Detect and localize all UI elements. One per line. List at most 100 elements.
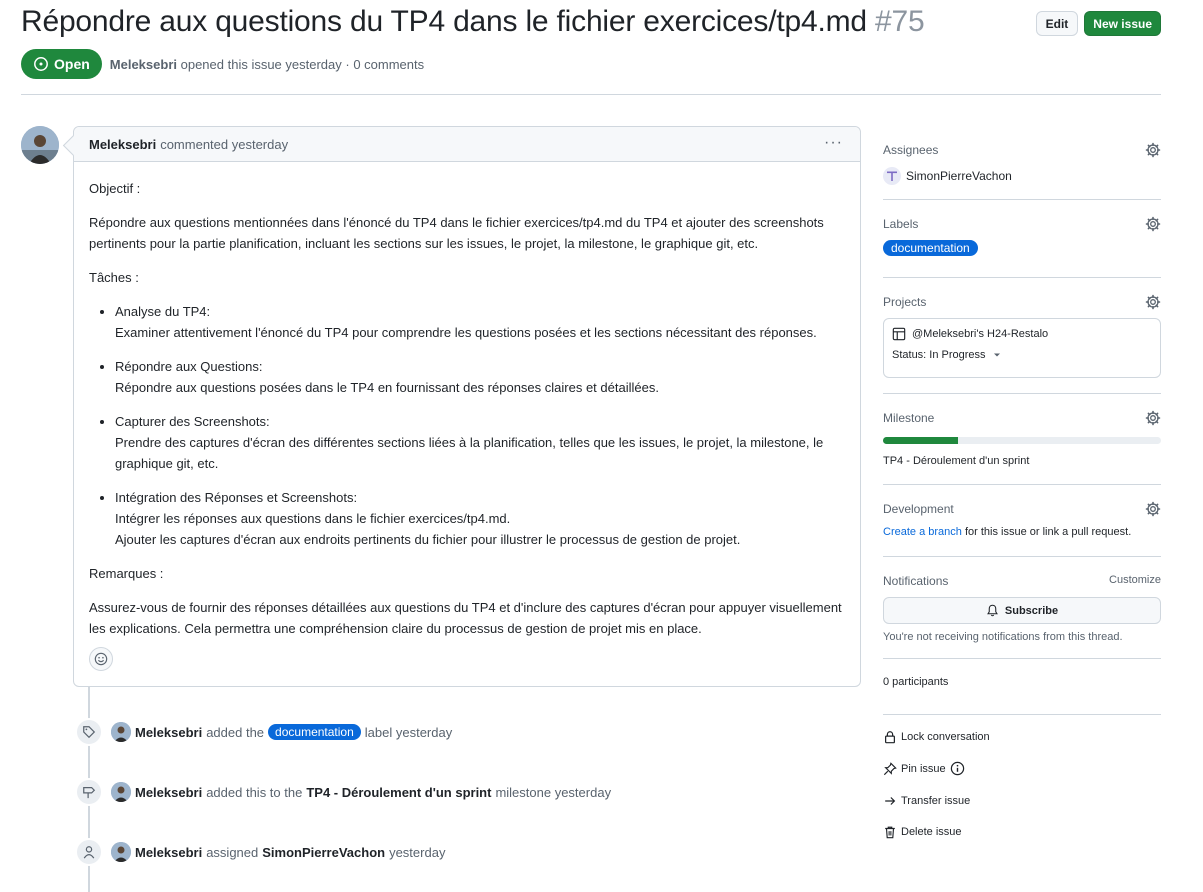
status-badge-label: Open: [54, 56, 90, 72]
documentation-label[interactable]: documentation: [268, 724, 361, 740]
task-line: Prendre des captures d'écran des différe…: [115, 435, 824, 471]
notification-note: You're not receiving notifications from …: [883, 631, 1123, 643]
lock-conversation-button[interactable]: Lock conversation: [883, 730, 990, 744]
assignee-link[interactable]: SimonPierreVachon: [262, 845, 385, 860]
event-text: added the: [206, 724, 265, 740]
pin-icon: [883, 761, 897, 775]
gear-icon[interactable]: [1145, 142, 1161, 158]
event-text: added this to the: [206, 784, 303, 800]
avatar[interactable]: [111, 842, 131, 862]
avatar[interactable]: [21, 126, 59, 164]
caret-down-icon: [993, 353, 1000, 357]
taches-label: Tâches :: [89, 270, 139, 285]
avatar: [883, 167, 901, 185]
development-rest: for this issue or link a pull request.: [961, 526, 1132, 538]
comment-body: Objectif : Répondre aux questions mentio…: [74, 162, 860, 639]
task-list: Analyse du TP4: Examiner attentivement l…: [115, 301, 845, 550]
milestone-progress-bar: [883, 437, 1161, 444]
task-line: Examiner attentivement l'énoncé du TP4 p…: [115, 325, 817, 340]
milestone-title: Milestone: [883, 411, 935, 425]
header-divider: [21, 94, 1161, 95]
development-title: Development: [883, 502, 954, 516]
sidebar-labels: Labels documentation: [883, 216, 1161, 256]
comment-menu-icon[interactable]: ···: [824, 134, 843, 152]
issue-meta: Meleksebri opened this issue yesterday ·…: [110, 57, 424, 72]
timeline-event-milestone: Meleksebri added this to the TP4 - Dérou…: [75, 778, 611, 806]
gear-icon[interactable]: [1145, 410, 1161, 426]
issue-state-row: Open Meleksebri opened this issue yester…: [21, 49, 424, 79]
project-status: Status: In Progress: [892, 349, 986, 361]
arrow-right-icon: [885, 797, 896, 805]
smiley-icon: [94, 652, 108, 666]
gear-icon[interactable]: [1145, 294, 1161, 310]
gear-icon[interactable]: [1145, 501, 1161, 517]
lock-label: Lock conversation: [901, 731, 990, 743]
sidebar-divider: [883, 556, 1161, 557]
comment-author-link[interactable]: Meleksebri: [89, 137, 156, 152]
tag-icon: [75, 718, 103, 746]
sidebar-divider: [883, 658, 1161, 659]
task-line: Intégrer les réponses aux questions dans…: [115, 511, 511, 526]
remarques-text: Assurez-vous de fournir des réponses dét…: [89, 600, 842, 636]
pin-label: Pin issue: [901, 762, 946, 775]
milestone-progress-fill: [883, 437, 959, 444]
delete-issue-button[interactable]: Delete issue: [883, 825, 962, 839]
issue-author-link[interactable]: Meleksebri: [110, 57, 177, 72]
timeline-event-assigned: Meleksebri assigned SimonPierreVachon ye…: [75, 838, 445, 866]
projects-title: Projects: [883, 295, 927, 309]
milestone-link[interactable]: TP4 - Déroulement d'un sprint: [883, 455, 1161, 467]
transfer-issue-button[interactable]: Transfer issue: [883, 794, 970, 808]
task-line: Répondre aux questions posées dans le TP…: [115, 380, 659, 395]
avatar[interactable]: [111, 722, 131, 742]
sidebar-divider: [883, 277, 1161, 278]
gear-icon[interactable]: [1145, 216, 1161, 232]
add-reaction-button[interactable]: [89, 647, 113, 671]
create-branch-link[interactable]: Create a branch: [883, 526, 962, 538]
sidebar-divider: [883, 484, 1161, 485]
issue-title-text: Répondre aux questions du TP4 dans le fi…: [21, 5, 867, 38]
event-text: label yesterday: [364, 724, 453, 740]
task-title: Analyse du TP4:: [115, 304, 211, 319]
event-text: assigned: [206, 844, 259, 860]
sidebar-development: Development Create a branch for this iss…: [883, 501, 1161, 538]
lock-icon: [885, 731, 895, 744]
list-item: Capturer des Screenshots: Prendre des ca…: [115, 411, 845, 474]
avatar[interactable]: [111, 782, 131, 802]
event-actor-link[interactable]: Meleksebri: [135, 785, 202, 800]
sidebar-participants: 0 participants: [883, 676, 1161, 688]
issue-open-icon: [34, 57, 48, 71]
project-card: @Meleksebri's H24-Restalo Status: In Pro…: [883, 318, 1161, 378]
event-text: yesterday: [389, 844, 446, 860]
task-title: Répondre aux Questions:: [115, 359, 263, 374]
new-issue-button[interactable]: New issue: [1084, 11, 1161, 36]
documentation-label[interactable]: documentation: [883, 240, 978, 256]
table-icon: [892, 327, 906, 341]
task-title: Capturer des Screenshots:: [115, 414, 270, 429]
list-item: Intégration des Réponses et Screenshots:…: [115, 487, 845, 550]
list-item: Répondre aux Questions: Répondre aux que…: [115, 356, 845, 398]
objectif-label: Objectif :: [89, 181, 141, 196]
transfer-label: Transfer issue: [901, 795, 971, 807]
event-text: milestone yesterday: [495, 784, 612, 800]
info-icon[interactable]: [950, 761, 965, 776]
edit-button[interactable]: Edit: [1035, 11, 1079, 36]
sidebar-assignees: Assignees SimonPierreVachon: [883, 142, 1161, 185]
customize-link[interactable]: Customize: [1109, 574, 1161, 586]
sidebar-divider: [883, 393, 1161, 394]
comment-header: Meleksebri commented yesterday ···: [74, 127, 860, 162]
assignee-item[interactable]: SimonPierreVachon: [883, 167, 1161, 185]
event-actor-link[interactable]: Meleksebri: [135, 725, 202, 740]
sidebar-divider: [883, 714, 1161, 715]
delete-label: Delete issue: [901, 826, 962, 838]
project-link[interactable]: @Meleksebri's H24-Restalo: [892, 327, 1152, 341]
event-actor-link[interactable]: Meleksebri: [135, 845, 202, 860]
development-text: Create a branch for this issue or link a…: [883, 526, 1161, 538]
participants-count: 0 participants: [883, 676, 949, 688]
subscribe-button[interactable]: Subscribe: [883, 597, 1161, 624]
issue-number: #75: [875, 5, 925, 38]
project-name: @Meleksebri's H24-Restalo: [912, 328, 1049, 340]
pin-issue-button[interactable]: Pin issue: [883, 761, 965, 776]
issue-title: Répondre aux questions du TP4 dans le fi…: [21, 5, 925, 39]
project-status-dropdown[interactable]: Status: In Progress: [892, 349, 1152, 361]
milestone-link[interactable]: TP4 - Déroulement d'un sprint: [306, 785, 491, 800]
